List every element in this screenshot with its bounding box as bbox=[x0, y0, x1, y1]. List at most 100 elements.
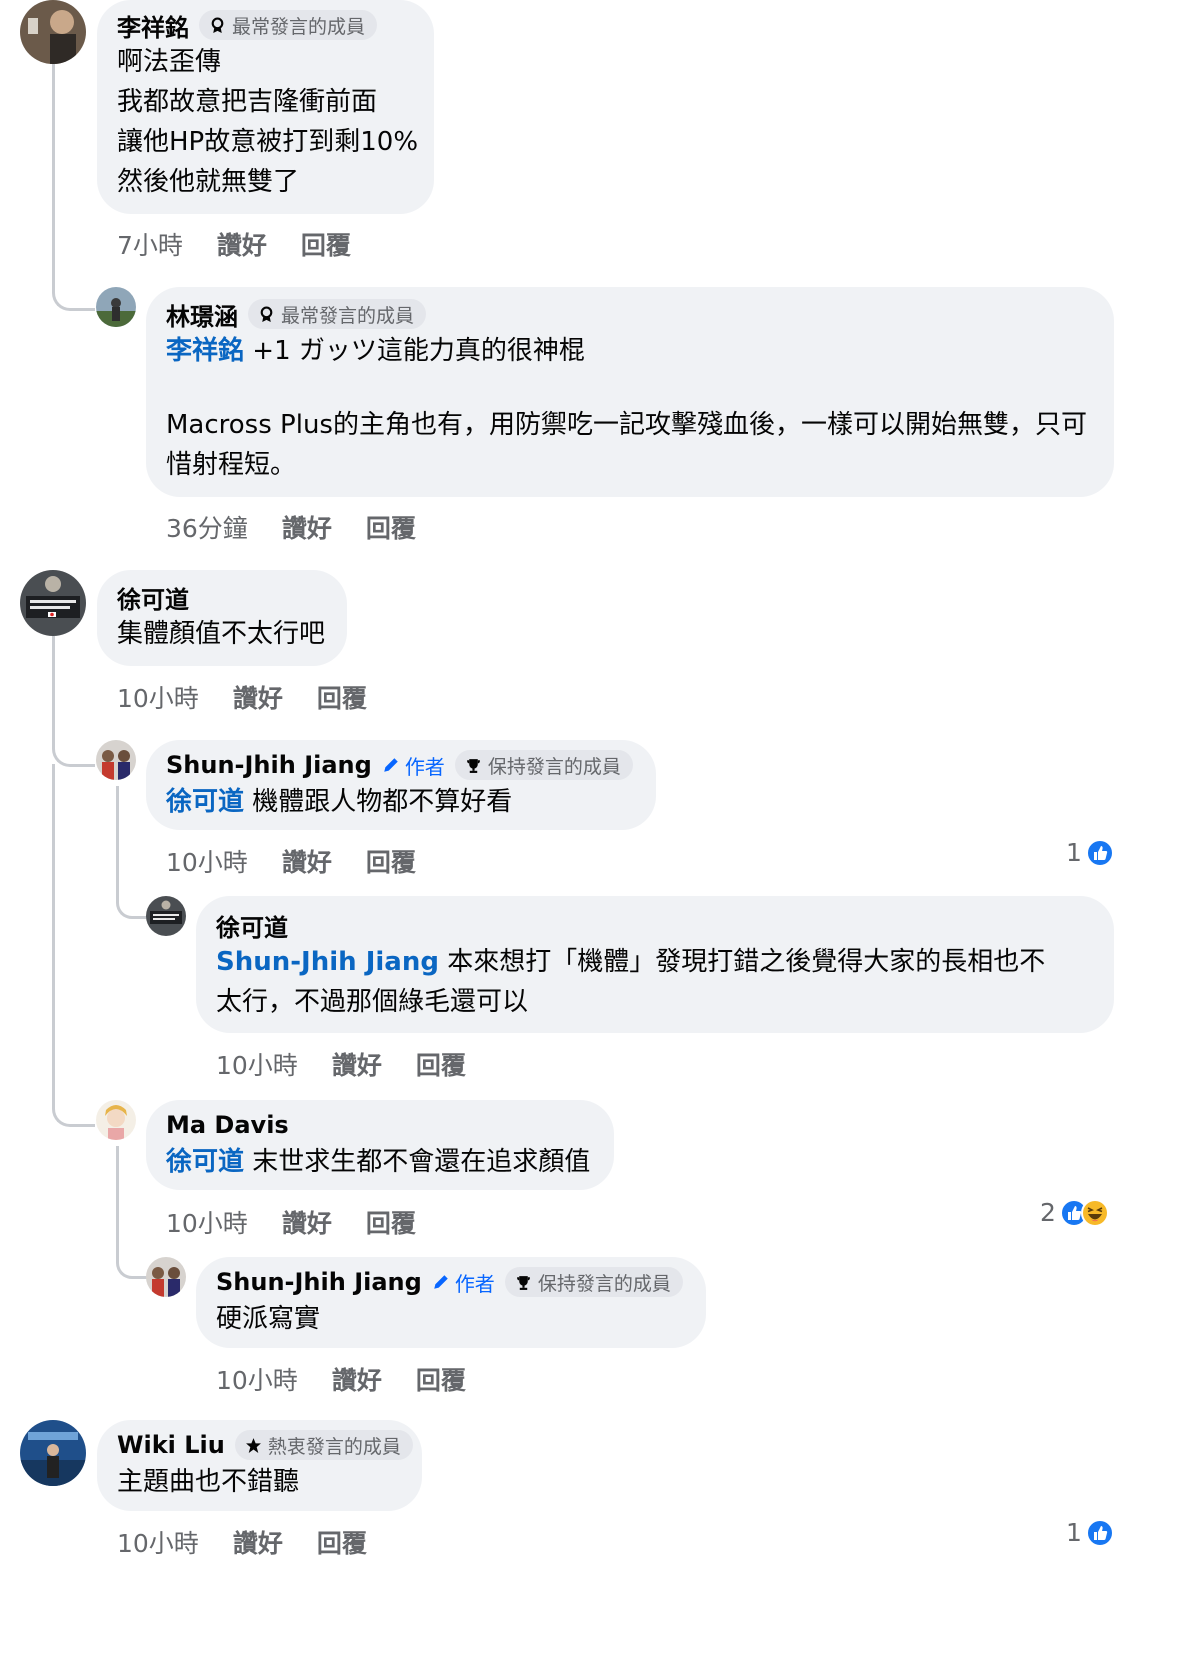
reply-button[interactable]: 回覆 bbox=[366, 509, 416, 545]
commenter-name[interactable]: 徐可道 bbox=[117, 580, 189, 615]
badge-label: 熱衷發言的成員 bbox=[267, 1435, 401, 1458]
comment-actions: 10小時 讚好 回覆 bbox=[117, 1524, 367, 1560]
reaction-summary[interactable]: 1 bbox=[1066, 838, 1114, 867]
commenter-name[interactable]: Shun-Jhih Jiang bbox=[166, 751, 372, 779]
reply-button[interactable]: 回覆 bbox=[366, 843, 416, 879]
comment-actions: 10小時 讚好 回覆 bbox=[216, 1046, 466, 1082]
comment-line: 啊法歪傳 bbox=[117, 47, 222, 77]
avatar[interactable] bbox=[146, 896, 186, 936]
comment-text: 硬派寫實 bbox=[216, 1304, 321, 1334]
badge-label: 保持發言的成員 bbox=[487, 755, 621, 778]
reply-button[interactable]: 回覆 bbox=[301, 226, 351, 262]
pencil-icon bbox=[384, 758, 398, 772]
like-button[interactable]: 讚好 bbox=[282, 1204, 332, 1240]
member-badge[interactable]: 最常發言的成員 bbox=[199, 10, 378, 40]
avatar[interactable] bbox=[20, 0, 86, 64]
reaction-summary[interactable]: 1 bbox=[1066, 1518, 1114, 1547]
star-icon bbox=[245, 1437, 261, 1453]
comment-bubble: 徐可道 集體顏值不太行吧 bbox=[97, 570, 347, 666]
timestamp[interactable]: 10小時 bbox=[216, 1046, 298, 1082]
comment-bubble: 林璟涵 最常發言的成員 李祥銘 +1 ガッツ這能力真的很神棍 Macross P… bbox=[146, 287, 1114, 497]
avatar[interactable] bbox=[96, 740, 136, 780]
like-button[interactable]: 讚好 bbox=[332, 1046, 382, 1082]
timestamp[interactable]: 36分鐘 bbox=[166, 509, 248, 545]
commenter-name[interactable]: Shun-Jhih Jiang bbox=[216, 1268, 422, 1296]
timestamp[interactable]: 10小時 bbox=[166, 843, 248, 879]
timestamp[interactable]: 10小時 bbox=[216, 1361, 298, 1397]
avatar[interactable] bbox=[146, 1257, 186, 1297]
reply-button[interactable]: 回覆 bbox=[317, 1524, 367, 1560]
member-badge[interactable]: 熱衷發言的成員 bbox=[234, 1430, 413, 1460]
reaction-count: 2 bbox=[1040, 1198, 1056, 1227]
reaction-count: 1 bbox=[1066, 1518, 1082, 1547]
comment-actions: 10小時 讚好 回覆 bbox=[166, 843, 416, 879]
like-button[interactable]: 讚好 bbox=[282, 509, 332, 545]
author-label: 作者 bbox=[432, 1268, 495, 1297]
trophy-icon bbox=[516, 1275, 530, 1290]
comment-text: Macross Plus的主角也有，用防禦吃一記攻擊殘血後，一樣可以開始無雙，只… bbox=[166, 410, 1087, 480]
comment-line: 我都故意把吉隆衝前面 bbox=[117, 87, 378, 117]
member-badge[interactable]: 保持發言的成員 bbox=[504, 1267, 683, 1297]
timestamp[interactable]: 10小時 bbox=[117, 1524, 199, 1560]
thread-line bbox=[116, 786, 151, 919]
badge-label: 保持發言的成員 bbox=[537, 1272, 671, 1295]
comment-bubble: Shun-Jhih Jiang 作者 保持發言的成員 硬派寫實 bbox=[196, 1257, 706, 1348]
badge-label: 最常發言的成員 bbox=[281, 304, 415, 327]
avatar[interactable] bbox=[20, 570, 86, 636]
commenter-name[interactable]: 徐可道 bbox=[216, 908, 288, 943]
reply-button[interactable]: 回覆 bbox=[416, 1361, 466, 1397]
comment-text: 李祥銘 +1 ガッツ這能力真的很神棍 bbox=[166, 331, 1094, 371]
reply-button[interactable]: 回覆 bbox=[317, 679, 367, 715]
comment-text: 徐可道 機體跟人物都不算好看 bbox=[166, 782, 636, 822]
reply-button[interactable]: 回覆 bbox=[416, 1046, 466, 1082]
avatar[interactable] bbox=[96, 287, 136, 327]
comment-actions: 10小時 讚好 回覆 bbox=[216, 1361, 466, 1397]
comment-line: 讓他HP故意被打到剩10% bbox=[117, 127, 419, 157]
comment-bubble: Wiki Liu 熱衷發言的成員 主題曲也不錯聽 bbox=[97, 1420, 422, 1511]
member-badge[interactable]: 最常發言的成員 bbox=[248, 299, 427, 329]
trophy-icon bbox=[466, 758, 480, 773]
commenter-name[interactable]: 李祥銘 bbox=[117, 8, 189, 43]
comment-text-body: +1 ガッツ這能力真的很神棍 bbox=[244, 336, 585, 366]
mention-link[interactable]: Shun-Jhih Jiang bbox=[216, 947, 439, 977]
mention-link[interactable]: 徐可道 bbox=[166, 787, 244, 817]
thread-line bbox=[52, 636, 95, 767]
avatar[interactable] bbox=[96, 1100, 136, 1140]
comment-text: Shun-Jhih Jiang 本來想打「機體」發現打錯之後覺得大家的長相也不太… bbox=[216, 942, 1066, 1022]
thread-line bbox=[52, 64, 95, 311]
mention-link[interactable]: 李祥銘 bbox=[166, 336, 244, 366]
mention-link[interactable]: 徐可道 bbox=[166, 1147, 244, 1177]
author-text: 作者 bbox=[404, 754, 445, 779]
member-badge[interactable]: 保持發言的成員 bbox=[454, 750, 633, 780]
timestamp[interactable]: 10小時 bbox=[117, 679, 199, 715]
like-button[interactable]: 讚好 bbox=[233, 1524, 283, 1560]
commenter-name[interactable]: 林璟涵 bbox=[166, 297, 238, 332]
timestamp[interactable]: 7小時 bbox=[117, 226, 183, 262]
like-reaction-icon bbox=[1085, 838, 1114, 867]
like-button[interactable]: 讚好 bbox=[282, 843, 332, 879]
haha-reaction-icon bbox=[1080, 1198, 1109, 1227]
comment-text: 集體顏值不太行吧 bbox=[117, 619, 326, 649]
comment-text: 主題曲也不錯聽 bbox=[117, 1467, 300, 1497]
avatar[interactable] bbox=[20, 1420, 86, 1486]
like-button[interactable]: 讚好 bbox=[332, 1361, 382, 1397]
author-label: 作者 bbox=[382, 751, 445, 780]
reaction-count: 1 bbox=[1066, 838, 1082, 867]
like-button[interactable]: 讚好 bbox=[217, 226, 267, 262]
comment-actions: 36分鐘 讚好 回覆 bbox=[166, 509, 416, 545]
reaction-summary[interactable]: 2 bbox=[1040, 1198, 1109, 1227]
timestamp[interactable]: 10小時 bbox=[166, 1204, 248, 1240]
comment-line: 然後他就無雙了 bbox=[117, 167, 300, 197]
pencil-icon bbox=[434, 1275, 448, 1289]
comment-actions: 10小時 讚好 回覆 bbox=[166, 1204, 416, 1240]
comment-text-body: 末世求生都不會還在追求顏值 bbox=[244, 1147, 591, 1177]
commenter-name[interactable]: Ma Davis bbox=[166, 1111, 289, 1139]
commenter-name[interactable]: Wiki Liu bbox=[117, 1431, 225, 1459]
comment-bubble: Ma Davis 徐可道 末世求生都不會還在追求顏值 bbox=[146, 1100, 614, 1190]
thread-line bbox=[52, 764, 95, 1127]
like-button[interactable]: 讚好 bbox=[233, 679, 283, 715]
comment-bubble: Shun-Jhih Jiang 作者 保持發言的成員 徐可道 機體跟人物都不算好… bbox=[146, 740, 656, 830]
comment-actions: 7小時 讚好 回覆 bbox=[117, 226, 351, 262]
reply-button[interactable]: 回覆 bbox=[366, 1204, 416, 1240]
comment-bubble: 李祥銘 最常發言的成員 啊法歪傳 我都故意把吉隆衝前面 讓他HP故意被打到剩10… bbox=[97, 0, 434, 214]
